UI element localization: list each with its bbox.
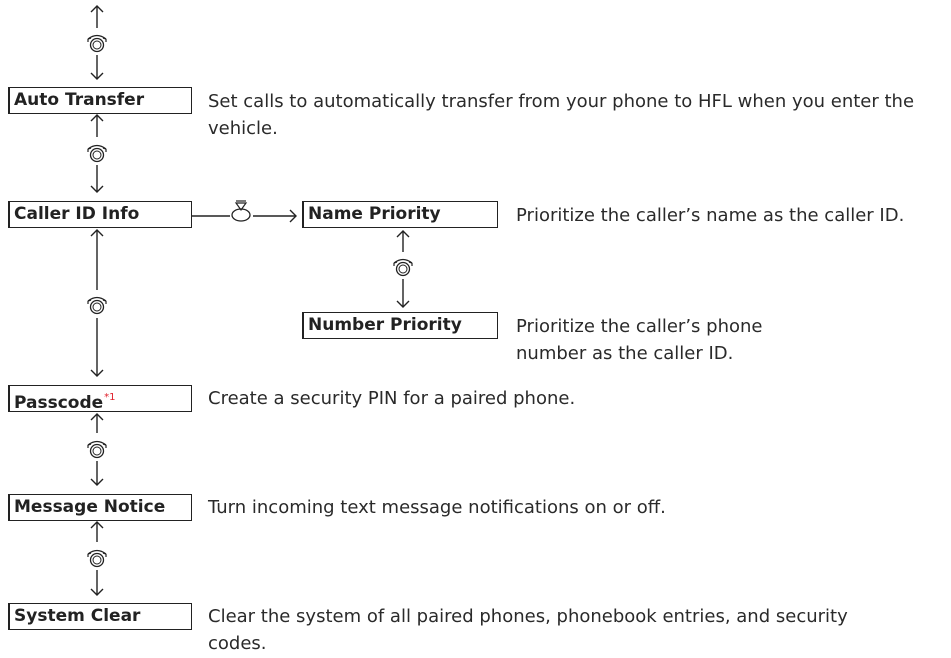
menu-item-label: Auto Transfer [14, 90, 145, 110]
menu-item-auto-transfer[interactable]: Auto Transfer [8, 87, 192, 114]
dial-press-icon [231, 200, 251, 222]
option-label: Number Priority [308, 315, 462, 335]
connector-top [87, 5, 107, 80]
dial-rotate-icon [87, 144, 107, 163]
menu-item-message-notice[interactable]: Message Notice [8, 494, 192, 521]
menu-item-label: Passcode [14, 393, 104, 413]
menu-item-system-clear[interactable]: System Clear [8, 603, 192, 630]
menu-item-label: System Clear [14, 606, 141, 626]
connector-passcode-message [87, 413, 107, 486]
option-number-priority[interactable]: Number Priority [302, 312, 498, 339]
dial-rotate-icon [87, 440, 107, 459]
option-name-priority[interactable]: Name Priority [302, 201, 498, 228]
dial-rotate-icon [393, 258, 413, 277]
auto-transfer-description: Set calls to automatically transfer from… [208, 91, 915, 139]
message-notice-description: Turn incoming text message notifications… [208, 497, 666, 518]
system-clear-description: Clear the system of all paired phones, p… [208, 606, 848, 654]
connector-message-systemclear [87, 521, 107, 596]
menu-item-label: Message Notice [14, 497, 166, 517]
name-priority-description: Prioritize the caller’s name as the call… [516, 205, 905, 226]
number-priority-description: Prioritize the caller’s phone number as … [516, 316, 763, 364]
menu-item-caller-id-info[interactable]: Caller ID Info [8, 201, 192, 228]
menu-item-passcode[interactable]: Passcode*1 [8, 385, 192, 413]
connector-namepriority-numberpriority [393, 230, 413, 308]
dial-rotate-icon [87, 296, 107, 315]
connector-callerid-namepriority [192, 200, 297, 223]
passcode-description: Create a security PIN for a paired phone… [208, 388, 576, 409]
footnote-marker: *1 [104, 392, 116, 403]
dial-rotate-icon [87, 34, 107, 53]
menu-item-label: Caller ID Info [14, 204, 140, 224]
option-label: Name Priority [308, 204, 441, 224]
dial-rotate-icon [87, 549, 107, 568]
connector-callerid-passcode [87, 229, 107, 377]
connector-autotransfer-callerid [87, 114, 107, 193]
